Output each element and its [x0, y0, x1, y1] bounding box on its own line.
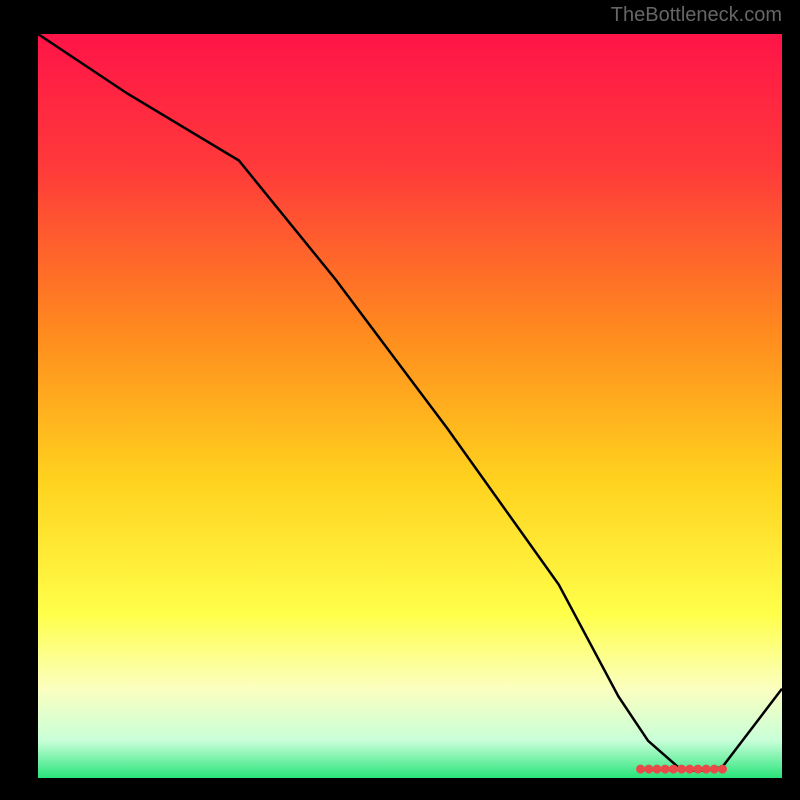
cluster-dot: [661, 765, 670, 774]
cluster-dot: [677, 765, 686, 774]
cluster-dot: [636, 765, 645, 774]
chart-background: [38, 34, 782, 778]
chart-area: [38, 34, 782, 778]
cluster-dot: [669, 765, 678, 774]
chart-svg: [38, 34, 782, 778]
cluster-dot: [644, 765, 653, 774]
cluster-dot: [685, 765, 694, 774]
watermark-text: TheBottleneck.com: [611, 4, 782, 27]
cluster-dot: [702, 765, 711, 774]
cluster-dot: [718, 765, 727, 774]
cluster-dot: [693, 765, 702, 774]
flat-cluster-dots: [636, 765, 727, 774]
cluster-dot: [710, 765, 719, 774]
cluster-dot: [653, 765, 662, 774]
